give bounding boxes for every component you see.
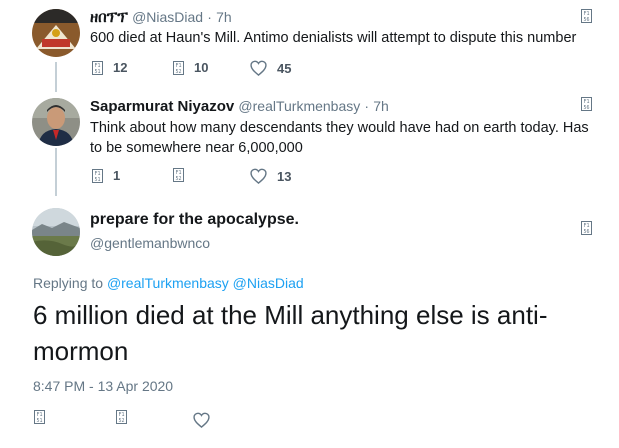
retweet-count: 10 [194, 60, 209, 75]
avatar[interactable] [32, 208, 80, 256]
avatar[interactable] [32, 98, 80, 146]
tweet-text: 600 died at Haun's Mill. Antimo denialis… [90, 30, 577, 46]
retweet-icon: F1 52 [116, 410, 127, 424]
more-options-button[interactable]: F1 56 [581, 8, 592, 26]
retweet-icon: F1 52 [173, 60, 184, 75]
reply-count: 12 [113, 60, 128, 75]
retweet-button[interactable]: F1 52 10 [173, 60, 208, 75]
tweet-header: Saparmurat Niyazov @realTurkmenbasy · 7h [90, 98, 389, 115]
reply-button[interactable]: F1 51 12 [92, 60, 127, 75]
heart-icon [250, 60, 267, 76]
reply-button[interactable]: F1 51 1 [92, 168, 120, 183]
replying-link-2[interactable]: @NiasDiad [233, 275, 304, 291]
more-options-button[interactable]: F1 56 [581, 220, 592, 238]
like-count: 13 [277, 168, 292, 184]
heart-icon [193, 412, 210, 428]
replying-prefix: Replying to [33, 275, 104, 291]
tweet-2[interactable]: Saparmurat Niyazov @realTurkmenbasy · 7h… [0, 88, 619, 196]
display-name[interactable]: ዘበፕፕ [90, 9, 128, 26]
reply-icon: F1 51 [92, 60, 103, 75]
more-options-button[interactable]: F1 56 [581, 96, 592, 114]
tweet-header: ዘበፕፕ @NiasDiad · 7h [90, 9, 232, 26]
retweet-icon: F1 52 [173, 168, 184, 182]
retweet-button[interactable]: F1 52 [173, 168, 194, 182]
chevron-down-icon: F1 56 [581, 9, 592, 23]
like-button[interactable] [193, 412, 210, 428]
like-button[interactable]: 45 [250, 60, 291, 76]
display-name[interactable]: Saparmurat Niyazov [90, 98, 234, 115]
separator-dot: · [207, 9, 212, 25]
reply-icon: F1 51 [34, 410, 45, 424]
reply-icon: F1 51 [92, 168, 103, 183]
tweet-time[interactable]: 7h [216, 9, 232, 25]
reply-button[interactable]: F1 51 [34, 410, 45, 424]
user-handle[interactable]: @NiasDiad [132, 9, 203, 25]
main-display-name[interactable]: prepare for the apocalypse. [90, 211, 299, 229]
avatar[interactable] [32, 9, 80, 57]
replying-link-1[interactable]: @realTurkmenbasy [107, 275, 229, 291]
separator-dot: · [364, 98, 370, 114]
chevron-down-icon: F1 56 [581, 97, 592, 111]
main-tweet-text: 6 million died at the Mill anything else… [33, 300, 548, 366]
tweet-1[interactable]: ዘበፕፕ @NiasDiad · 7h 600 died at Haun's M… [0, 0, 619, 88]
retweet-button[interactable]: F1 52 [116, 410, 127, 424]
replying-to: Replying to @realTurkmenbasy @NiasDiad [33, 275, 304, 291]
user-handle[interactable]: @realTurkmenbasy [238, 98, 360, 114]
main-timestamp[interactable]: 8:47 PM - 13 Apr 2020 [33, 378, 173, 394]
reply-count: 1 [113, 168, 121, 183]
like-count: 45 [277, 60, 292, 76]
tweet-time[interactable]: 7h [373, 98, 389, 114]
chevron-down-icon: F1 56 [581, 221, 592, 235]
tweet-text: Think about how many descendants they wo… [90, 120, 589, 156]
heart-icon [250, 168, 267, 184]
main-user-handle[interactable]: @gentlemanbwnco [90, 235, 210, 251]
like-button[interactable]: 13 [250, 168, 291, 184]
